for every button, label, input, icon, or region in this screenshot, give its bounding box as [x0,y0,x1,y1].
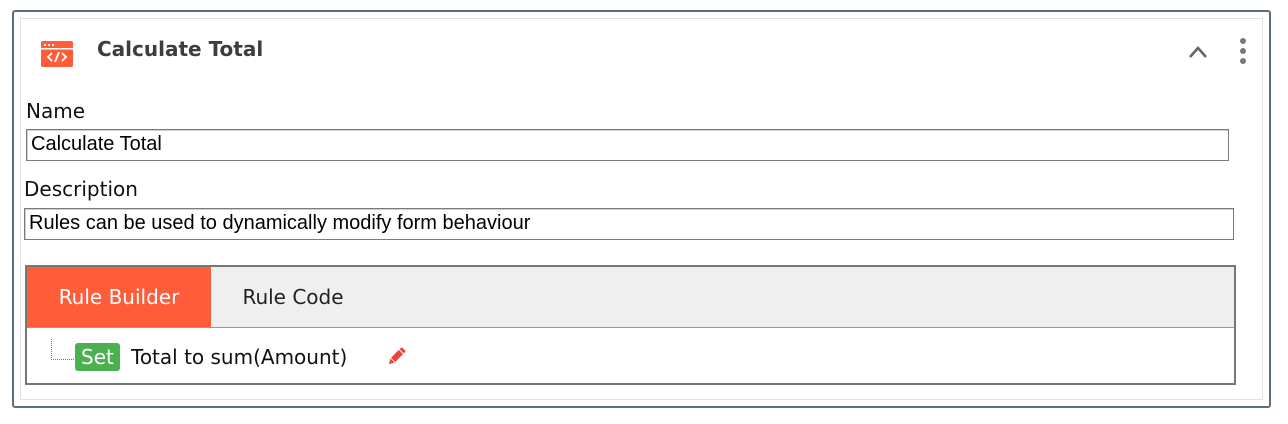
rule-expression: Total to sum(Amount) [131,345,348,369]
pencil-icon[interactable] [385,346,407,368]
code-window-icon [41,41,73,67]
name-input[interactable]: Calculate Total [26,129,1229,161]
tab-bar: Rule Builder Rule Code [27,267,1234,328]
tree-connector [51,339,74,360]
tab-rule-code[interactable]: Rule Code [211,267,375,327]
rule-panel-body: Calculate Total Name Calculate Total Des… [20,18,1263,400]
set-action-badge[interactable]: Set [75,343,120,371]
rule-panel: Calculate Total Name Calculate Total Des… [12,10,1271,408]
more-vertical-icon[interactable] [1238,37,1248,65]
description-label: Description [24,177,138,201]
tab-rule-builder[interactable]: Rule Builder [27,267,211,327]
panel-title: Calculate Total [97,37,264,61]
rule-tabs-container: Rule Builder Rule Code Set Total to sum(… [25,265,1236,385]
name-label: Name [26,99,86,123]
panel-header: Calculate Total [21,19,1262,83]
description-input[interactable]: Rules can be used to dynamically modify … [24,208,1234,240]
chevron-up-icon[interactable] [1188,45,1208,59]
